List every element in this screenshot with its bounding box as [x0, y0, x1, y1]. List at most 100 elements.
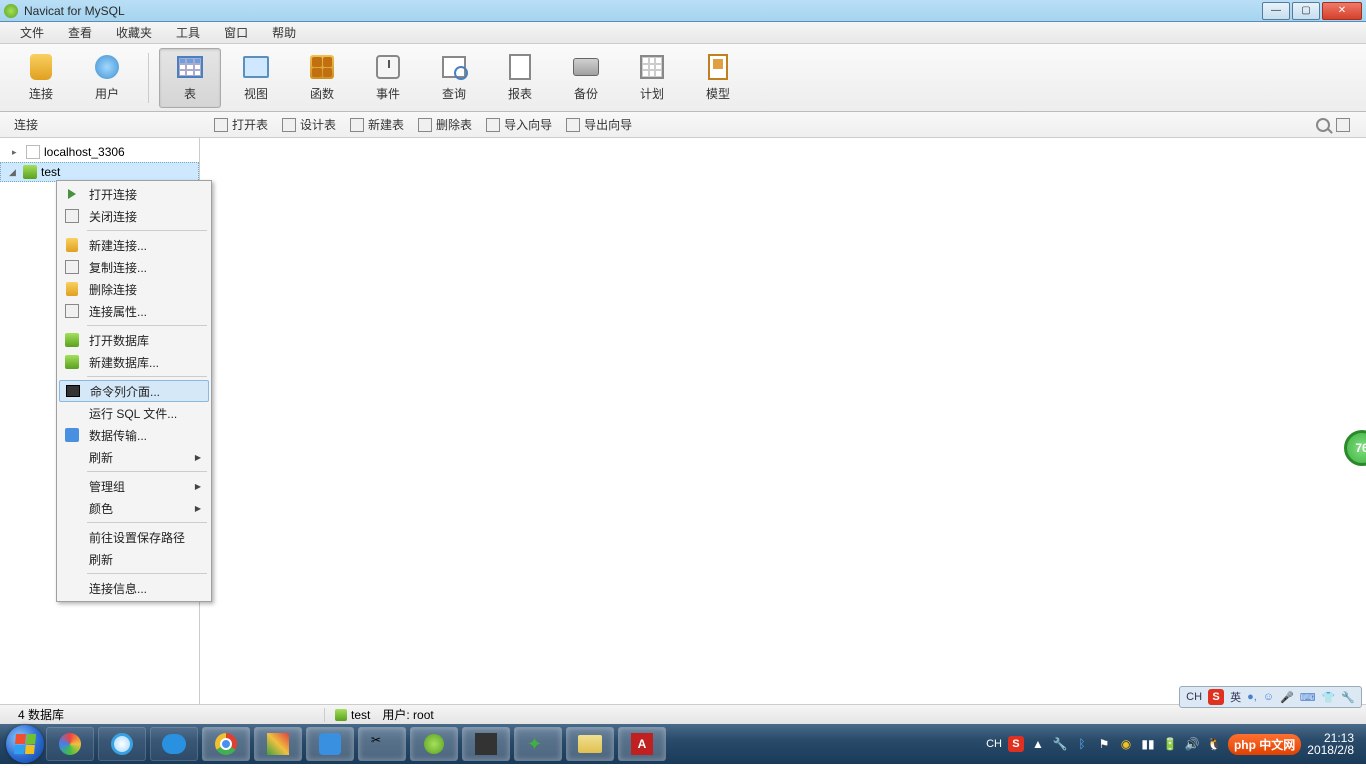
ctx-close-connection[interactable]: 关闭连接 [59, 205, 209, 227]
ctx-connection-info[interactable]: 连接信息... [59, 577, 209, 599]
new-table-button[interactable]: 新建表 [344, 113, 410, 136]
ime-keyboard-icon[interactable]: ⌨ [1300, 691, 1316, 704]
ctx-run-sql[interactable]: 运行 SQL 文件... [59, 402, 209, 424]
taskbar-explorer[interactable] [566, 727, 614, 761]
tool-function[interactable]: 函数 [291, 48, 353, 108]
import-icon [486, 118, 500, 132]
taskbar-navicat[interactable] [410, 727, 458, 761]
maximize-button[interactable]: ▢ [1292, 2, 1320, 20]
lang-ch[interactable]: CH [1186, 691, 1202, 703]
ctx-refresh[interactable]: 刷新▶ [59, 446, 209, 468]
tray-bluetooth-icon[interactable]: ᛒ [1074, 736, 1090, 752]
ctx-new-database[interactable]: 新建数据库... [59, 351, 209, 373]
ime-mic-icon[interactable]: 🎤 [1280, 691, 1294, 704]
tool-user[interactable]: 用户 [76, 48, 138, 108]
menu-view[interactable]: 查看 [56, 21, 104, 44]
design-table-button[interactable]: 设计表 [276, 113, 342, 136]
status-user-label: 用户: root [382, 706, 433, 723]
open-db-icon [65, 333, 79, 347]
tray-clock[interactable]: 21:13 2018/2/8 [1307, 732, 1354, 756]
tray-flag-icon[interactable]: ⚑ [1096, 736, 1112, 752]
taskbar-chrome[interactable] [202, 727, 250, 761]
ctx-data-transfer[interactable]: 数据传输... [59, 424, 209, 446]
tray-volume-icon[interactable]: 🔊 [1184, 736, 1200, 752]
export-icon [566, 118, 580, 132]
ctx-goto-save-path[interactable]: 前往设置保存路径 [59, 526, 209, 548]
tree-connection-item[interactable]: ▸ localhost_3306 [0, 142, 199, 162]
tray-tool-icon[interactable]: 🔧 [1052, 736, 1068, 752]
folder-icon [578, 735, 602, 753]
del-conn-icon [66, 282, 78, 296]
taskbar-app-5[interactable] [254, 727, 302, 761]
tray-360-icon[interactable]: ◉ [1118, 736, 1134, 752]
open-table-button[interactable]: 打开表 [208, 113, 274, 136]
search-icon[interactable] [1316, 118, 1330, 132]
tool-schedule[interactable]: 计划 [621, 48, 683, 108]
ctx-open-connection[interactable]: 打开连接 [59, 183, 209, 205]
view-mode-icon[interactable] [1336, 118, 1350, 132]
taskbar-snip[interactable]: ✂ [358, 727, 406, 761]
delete-table-button[interactable]: 删除表 [412, 113, 478, 136]
taskbar-baidu-cloud[interactable] [150, 727, 198, 761]
taskbar-app-8[interactable] [462, 727, 510, 761]
menu-favorites[interactable]: 收藏夹 [104, 21, 164, 44]
separator [87, 376, 207, 377]
close-button[interactable]: ✕ [1322, 2, 1362, 20]
toolbar-separator [148, 53, 149, 103]
language-bar[interactable]: CH S 英 ●, ☺ 🎤 ⌨ 👕 🔧 [1179, 686, 1362, 708]
tool-connection[interactable]: 连接 [10, 48, 72, 108]
expander-icon[interactable]: ◢ [9, 167, 19, 178]
ctx-manage-group[interactable]: 管理组▶ [59, 475, 209, 497]
export-wizard-button[interactable]: 导出向导 [560, 113, 638, 136]
ime-settings-icon[interactable]: 🔧 [1341, 691, 1355, 704]
tool-table[interactable]: 表 [159, 48, 221, 108]
tray-battery-icon[interactable]: 🔋 [1162, 736, 1178, 752]
tool-model[interactable]: 模型 [687, 48, 749, 108]
ime-punct-icon[interactable]: ●, [1247, 691, 1257, 703]
tool-event[interactable]: 事件 [357, 48, 419, 108]
tray-network-icon[interactable]: ▮▮ [1140, 736, 1156, 752]
ctx-console[interactable]: 命令列介面... [59, 380, 209, 402]
ime-skin-icon[interactable]: 👕 [1322, 691, 1336, 704]
tree-database-item[interactable]: ◢ test [0, 162, 199, 182]
php-cn-badge[interactable]: php 中文网 [1228, 734, 1301, 755]
menu-tools[interactable]: 工具 [164, 21, 212, 44]
function-icon [306, 53, 338, 81]
table-icon [174, 53, 206, 81]
tool-backup[interactable]: 备份 [555, 48, 617, 108]
ctx-open-database[interactable]: 打开数据库 [59, 329, 209, 351]
menu-help[interactable]: 帮助 [260, 21, 308, 44]
menu-window[interactable]: 窗口 [212, 21, 260, 44]
import-wizard-button[interactable]: 导入向导 [480, 113, 558, 136]
lang-mode[interactable]: 英 [1230, 689, 1241, 705]
ctx-new-connection[interactable]: 新建连接... [59, 234, 209, 256]
taskbar-wechat[interactable]: ✦ [514, 727, 562, 761]
new-conn-icon [66, 238, 78, 252]
ctx-connection-props[interactable]: 连接属性... [59, 300, 209, 322]
ctx-copy-connection[interactable]: 复制连接... [59, 256, 209, 278]
minimize-button[interactable]: — [1262, 2, 1290, 20]
content-pane [200, 138, 1366, 704]
props-icon [65, 304, 79, 318]
tool-label: 表 [184, 85, 196, 102]
menu-file[interactable]: 文件 [8, 21, 56, 44]
tool-report[interactable]: 报表 [489, 48, 551, 108]
tool-query[interactable]: 查询 [423, 48, 485, 108]
ime-emoji-icon[interactable]: ☺ [1263, 691, 1274, 703]
tool-view[interactable]: 视图 [225, 48, 287, 108]
ctx-refresh2[interactable]: 刷新 [59, 548, 209, 570]
sogou-ime-icon[interactable]: S [1208, 689, 1224, 705]
expander-icon[interactable]: ▸ [12, 147, 22, 158]
taskbar-adobe[interactable]: A [618, 727, 666, 761]
tray-qq-icon[interactable]: 🐧 [1206, 736, 1222, 752]
tray-ime-icon[interactable]: S [1008, 736, 1024, 752]
tray-up-icon[interactable]: ▲ [1030, 736, 1046, 752]
tray-lang[interactable]: CH [986, 738, 1002, 750]
taskbar-ie[interactable] [98, 727, 146, 761]
taskbar-app-1[interactable] [46, 727, 94, 761]
cloud-icon [162, 734, 186, 754]
start-button[interactable] [6, 725, 44, 763]
taskbar-app-6[interactable] [306, 727, 354, 761]
ctx-color[interactable]: 颜色▶ [59, 497, 209, 519]
ctx-delete-connection[interactable]: 删除连接 [59, 278, 209, 300]
